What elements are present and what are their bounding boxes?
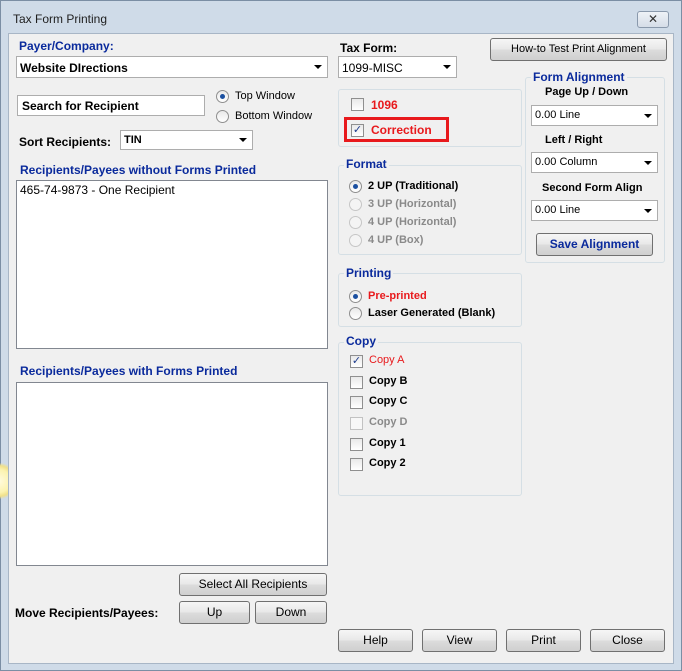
view-button[interactable]: View (422, 629, 497, 652)
top-window-radio[interactable] (216, 90, 229, 103)
copy-a-checkbox[interactable]: ✓ (350, 355, 363, 368)
payer-value: Website DIrections (20, 61, 128, 75)
format-4up-box-label: 4 UP (Box) (368, 234, 424, 246)
sort-select[interactable]: TIN (120, 130, 253, 150)
tax-form-value: 1099-MISC (342, 61, 403, 75)
payer-select[interactable]: Website DIrections (16, 56, 328, 78)
top-window-label: Top Window (235, 90, 295, 102)
copy-a-label: Copy A (369, 354, 405, 366)
page-updown-select[interactable]: 0.00 Line (531, 105, 658, 126)
page-updown-value: 0.00 Line (535, 109, 581, 121)
copy-d-label: Copy D (369, 416, 408, 428)
chevron-down-icon (443, 65, 451, 69)
copy-d-checkbox[interactable] (350, 417, 363, 430)
dialog-client-area: Payer/Company: Website DIrections Search… (8, 33, 674, 664)
close-button[interactable]: Close (590, 629, 665, 652)
bottom-window-label: Bottom Window (235, 110, 313, 122)
chevron-down-icon (314, 65, 322, 69)
select-all-recipients-button[interactable]: Select All Recipients (179, 573, 327, 596)
page-updown-label: Page Up / Down (545, 86, 629, 98)
without-forms-label: Recipients/Payees without Forms Printed (20, 163, 257, 177)
preprinted-label: Pre-printed (368, 290, 427, 302)
format-group (338, 165, 522, 255)
window-title: Tax Form Printing (13, 12, 108, 26)
form-alignment-title: Form Alignment (531, 70, 627, 84)
search-input[interactable]: Search for Recipient (17, 95, 205, 116)
copy-group (338, 342, 522, 496)
tax-form-select[interactable]: 1099-MISC (338, 56, 457, 78)
f1096-label: 1096 (371, 98, 398, 112)
chevron-down-icon (644, 113, 652, 118)
left-right-label: Left / Right (545, 134, 603, 146)
copy-b-label: Copy B (369, 375, 408, 387)
chevron-down-icon (644, 208, 652, 213)
second-form-align-label: Second Form Align (542, 182, 643, 194)
correction-label: Correction (371, 123, 432, 137)
up-button[interactable]: Up (179, 601, 250, 624)
move-recipients-label: Move Recipients/Payees: (15, 606, 159, 620)
format-3up-label: 3 UP (Horizontal) (368, 198, 457, 210)
laser-generated-label: Laser Generated (Blank) (368, 307, 496, 319)
copy-title: Copy (344, 334, 378, 348)
sort-label: Sort Recipients: (19, 135, 112, 149)
format-4up-horizontal-label: 4 UP (Horizontal) (368, 216, 457, 228)
print-button[interactable]: Print (506, 629, 581, 652)
tax-form-label: Tax Form: (340, 41, 398, 55)
format-4up-horizontal-radio[interactable] (349, 216, 362, 229)
copy-c-checkbox[interactable] (350, 396, 363, 409)
list-item[interactable]: 465-74-9873 - One Recipient (20, 183, 324, 197)
window-close-icon[interactable]: ✕ (637, 11, 669, 28)
format-title: Format (344, 157, 389, 171)
copy-2-checkbox[interactable] (350, 458, 363, 471)
with-forms-list[interactable] (16, 382, 328, 566)
second-form-align-value: 0.00 Line (535, 204, 581, 216)
copy-1-checkbox[interactable] (350, 438, 363, 451)
copy-c-label: Copy C (369, 395, 408, 407)
printing-title: Printing (344, 266, 394, 280)
preprinted-radio[interactable] (349, 290, 362, 303)
format-2up-radio[interactable] (349, 180, 362, 193)
format-3up-radio[interactable] (349, 198, 362, 211)
search-value: Search for Recipient (22, 99, 139, 113)
bottom-window-radio[interactable] (216, 110, 229, 123)
copy-2-label: Copy 2 (369, 457, 406, 469)
chevron-down-icon (239, 138, 247, 142)
title-bar: Tax Form Printing ✕ (1, 1, 681, 34)
tax-form-printing-window: Tax Form Printing ✕ Payer/Company: Websi… (0, 0, 682, 671)
howto-test-print-alignment-button[interactable]: How-to Test Print Alignment (490, 38, 667, 61)
chevron-down-icon (644, 160, 652, 165)
copy-1-label: Copy 1 (369, 437, 406, 449)
second-form-align-select[interactable]: 0.00 Line (531, 200, 658, 221)
correction-checkbox[interactable]: ✓ (351, 124, 364, 137)
payer-label: Payer/Company: (19, 39, 114, 53)
copy-b-checkbox[interactable] (350, 376, 363, 389)
f1096-checkbox[interactable] (351, 98, 364, 111)
format-2up-label: 2 UP (Traditional) (368, 180, 459, 192)
left-right-value: 0.00 Column (535, 156, 598, 168)
without-forms-list[interactable]: 465-74-9873 - One Recipient (16, 180, 328, 349)
left-right-select[interactable]: 0.00 Column (531, 152, 658, 173)
help-button[interactable]: Help (338, 629, 413, 652)
with-forms-label: Recipients/Payees with Forms Printed (20, 364, 238, 378)
down-button[interactable]: Down (255, 601, 327, 624)
format-4up-box-radio[interactable] (349, 234, 362, 247)
sort-value: TIN (124, 134, 142, 146)
save-alignment-button[interactable]: Save Alignment (536, 233, 653, 256)
laser-generated-radio[interactable] (349, 307, 362, 320)
